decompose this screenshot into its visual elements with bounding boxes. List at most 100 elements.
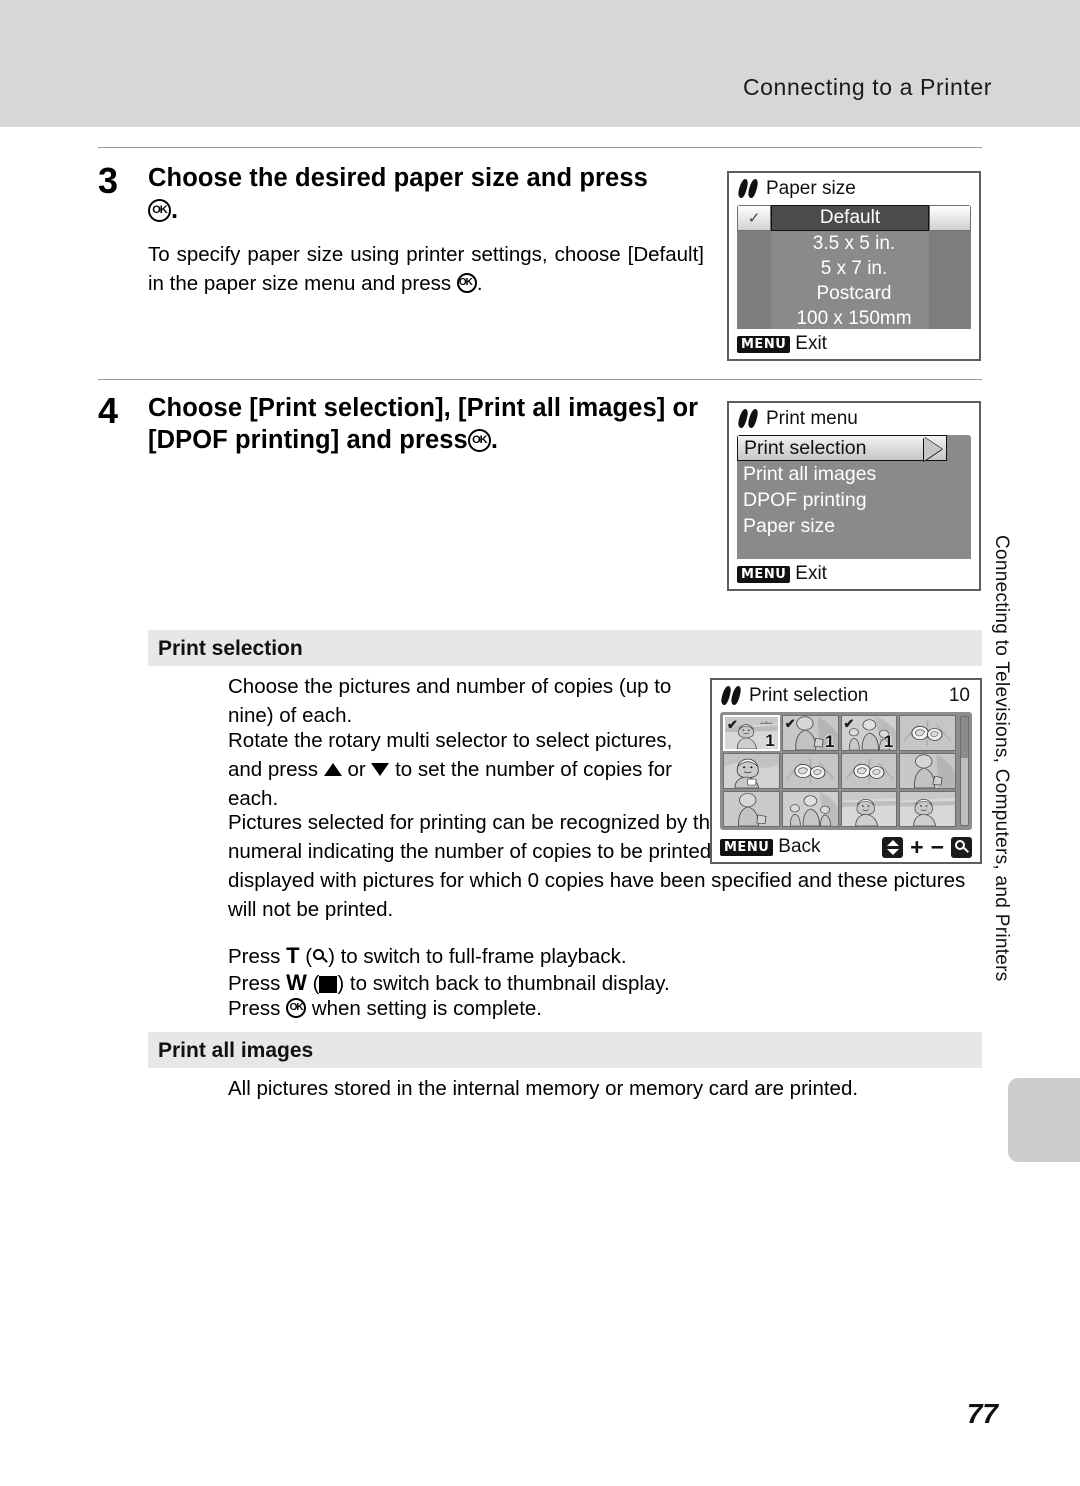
thumbnail-art-flowers xyxy=(900,716,955,750)
print-selection-body-part1: Choose the pictures and number of copies… xyxy=(228,672,678,730)
thumbnail-art-portrait xyxy=(724,754,779,788)
thumbnail-item[interactable] xyxy=(723,791,780,827)
paper-size-option[interactable]: 5 x 7 in. xyxy=(737,256,971,281)
thumbnail-item[interactable] xyxy=(899,715,956,751)
print-menu-list[interactable]: Print selection Print all images DPOF pr… xyxy=(737,435,971,563)
thumbnail-item[interactable] xyxy=(781,753,839,789)
print-menu-item-label: Paper size xyxy=(743,514,836,537)
ok-button-icon xyxy=(286,998,307,1018)
print-menu-item-dpof-printing[interactable]: DPOF printing xyxy=(737,487,971,513)
step-4-heading-period: . xyxy=(490,426,499,455)
thumbnail-display-icon xyxy=(319,976,338,993)
thumbnail-grid[interactable]: ✔ 1 ✔ 1 ✔ 1 xyxy=(720,712,959,830)
thumbnail-scrollbar[interactable] xyxy=(960,716,969,826)
print-selection-screen-footer: MENU Back + − xyxy=(712,832,980,862)
thumbnail-item[interactable] xyxy=(840,753,898,789)
pictbridge-icon xyxy=(737,178,759,200)
thumbnail-check-icon: ✔ xyxy=(784,716,796,731)
step-3-body-text: To specify paper size using printer sett… xyxy=(148,243,704,296)
chapter-side-tab-label: Connecting to Televisions, Computers, an… xyxy=(991,535,1012,982)
thumbnail-art-woman-bag xyxy=(724,792,779,826)
print-selection-line-1: Choose the pictures and number of copies… xyxy=(228,675,672,728)
print-selection-line-2-mid: or xyxy=(347,758,366,782)
paper-size-menu-list[interactable]: ✓ Default 3.5 x 5 in. 5 x 7 in. Postcard… xyxy=(737,205,971,333)
print-selection-screen-title-bar: Print selection 10 xyxy=(712,680,980,712)
wide-zoom-key-label: W xyxy=(286,970,307,995)
print-selection-footer-icons: + − xyxy=(882,836,980,859)
section-heading-print-selection: Print selection xyxy=(148,630,982,666)
thumbnail-item[interactable] xyxy=(899,753,956,789)
thumbnail-item[interactable] xyxy=(723,753,780,789)
print-selection-body-part6: Press when setting is complete. xyxy=(228,994,968,1023)
tele-zoom-key-label: T xyxy=(286,943,300,968)
step-4-heading-text: Choose [Print selection], [Print all ima… xyxy=(148,394,699,455)
paper-size-row-right-pad xyxy=(929,205,971,231)
thumbnail-scrollbar-thumb[interactable] xyxy=(961,717,968,759)
print-selection-body-part2: Rotate the rotary multi selector to sele… xyxy=(228,726,678,813)
step-3-body: To specify paper size using printer sett… xyxy=(148,240,704,298)
arrow-up-icon xyxy=(323,763,342,777)
step-divider-rule xyxy=(98,379,982,380)
paper-size-screen-title-bar: Paper size xyxy=(729,173,979,205)
thumbnail-art-woman-beach xyxy=(841,792,897,826)
step-4-number: 4 xyxy=(98,390,119,431)
print-selection-line-4-post: ) to switch to full-frame playback. xyxy=(328,945,627,968)
section-heading-label: Print selection xyxy=(158,637,303,660)
menu-button-icon[interactable]: MENU xyxy=(737,565,791,583)
step-3-heading-period: . xyxy=(171,196,179,225)
step-4-heading: Choose [Print selection], [Print all ima… xyxy=(148,392,708,456)
paper-size-option[interactable]: Postcard xyxy=(737,281,971,306)
print-selection-line-6-pre: Press xyxy=(228,997,281,1020)
step-divider-rule xyxy=(98,147,982,148)
thumbnail-copy-count: 1 xyxy=(765,731,775,750)
thumbnail-art-flowers xyxy=(841,754,897,788)
page-number: 77 xyxy=(966,1398,998,1429)
step-3-heading: Choose the desired paper size and press … xyxy=(148,162,704,226)
thumbnail-item[interactable]: ✔ 1 xyxy=(781,715,839,751)
ok-button-icon xyxy=(456,273,477,294)
print-selection-line-4-paren: ( xyxy=(305,945,313,968)
print-menu-item-print-all-images[interactable]: Print all images xyxy=(737,461,971,487)
paper-size-screen-footer: MENU Exit xyxy=(729,329,979,359)
print-menu-screen-footer: MENU Exit xyxy=(729,559,979,589)
page-header-band xyxy=(0,0,1080,127)
step-3-heading-text: Choose the desired paper size and press xyxy=(148,164,648,192)
menu-button-icon[interactable]: MENU xyxy=(720,838,774,856)
paper-size-screen-title: Paper size xyxy=(766,178,856,199)
thumbnail-art-family xyxy=(782,792,838,826)
print-all-images-body: All pictures stored in the internal memo… xyxy=(228,1074,982,1103)
print-menu-item-label: Print all images xyxy=(743,462,877,485)
paper-size-option-default[interactable]: ✓ Default xyxy=(737,205,971,231)
print-menu-item-paper-size[interactable]: Paper size xyxy=(737,513,971,539)
print-selection-screen-title: Print selection xyxy=(749,685,869,706)
print-selection-line-4-pre: Press xyxy=(228,945,281,968)
print-selection-line-5-paren: ( xyxy=(312,972,320,995)
thumbnail-item[interactable]: ✔ 1 xyxy=(840,715,898,751)
thumbnail-check-icon: ✔ xyxy=(727,717,738,732)
print-menu-exit-label: Exit xyxy=(795,563,827,584)
print-menu-item-label: DPOF printing xyxy=(743,488,867,511)
thumbnail-item[interactable] xyxy=(899,791,956,827)
thumbnail-item[interactable]: ✔ 1 xyxy=(723,715,780,751)
menu-button-icon[interactable]: MENU xyxy=(737,335,791,353)
arrow-down-icon xyxy=(371,763,390,777)
paper-size-selected-label: Default xyxy=(771,205,929,231)
print-selection-screen: Print selection 10 ✔ 1 ✔ 1 ✔ 1 MENU Back… xyxy=(710,678,982,864)
paper-size-exit-label: Exit xyxy=(795,333,827,354)
zoom-icon xyxy=(951,836,972,858)
print-selection-line-5-post: ) to switch back to thumbnail display. xyxy=(337,972,670,995)
thumbnail-art-flowers xyxy=(782,754,838,788)
thumbnail-item[interactable] xyxy=(840,791,898,827)
print-menu-item-label: Print selection xyxy=(744,436,867,459)
thumbnail-grid-area: ✔ 1 ✔ 1 ✔ 1 xyxy=(720,712,972,830)
print-menu-item-print-selection[interactable]: Print selection xyxy=(737,435,947,461)
print-menu-screen: Print menu Print selection Print all ima… xyxy=(727,401,981,591)
print-selection-line-6-post: when setting is complete. xyxy=(311,997,542,1020)
paper-size-option[interactable]: 100 x 150mm xyxy=(737,306,971,331)
thumbnail-art-woman-bag xyxy=(900,754,955,788)
pictbridge-icon xyxy=(720,685,742,707)
print-menu-screen-title-bar: Print menu xyxy=(729,403,979,435)
thumbnail-item[interactable] xyxy=(781,791,839,827)
paper-size-option[interactable]: 3.5 x 5 in. xyxy=(737,231,971,256)
print-menu-screen-title: Print menu xyxy=(766,408,858,429)
